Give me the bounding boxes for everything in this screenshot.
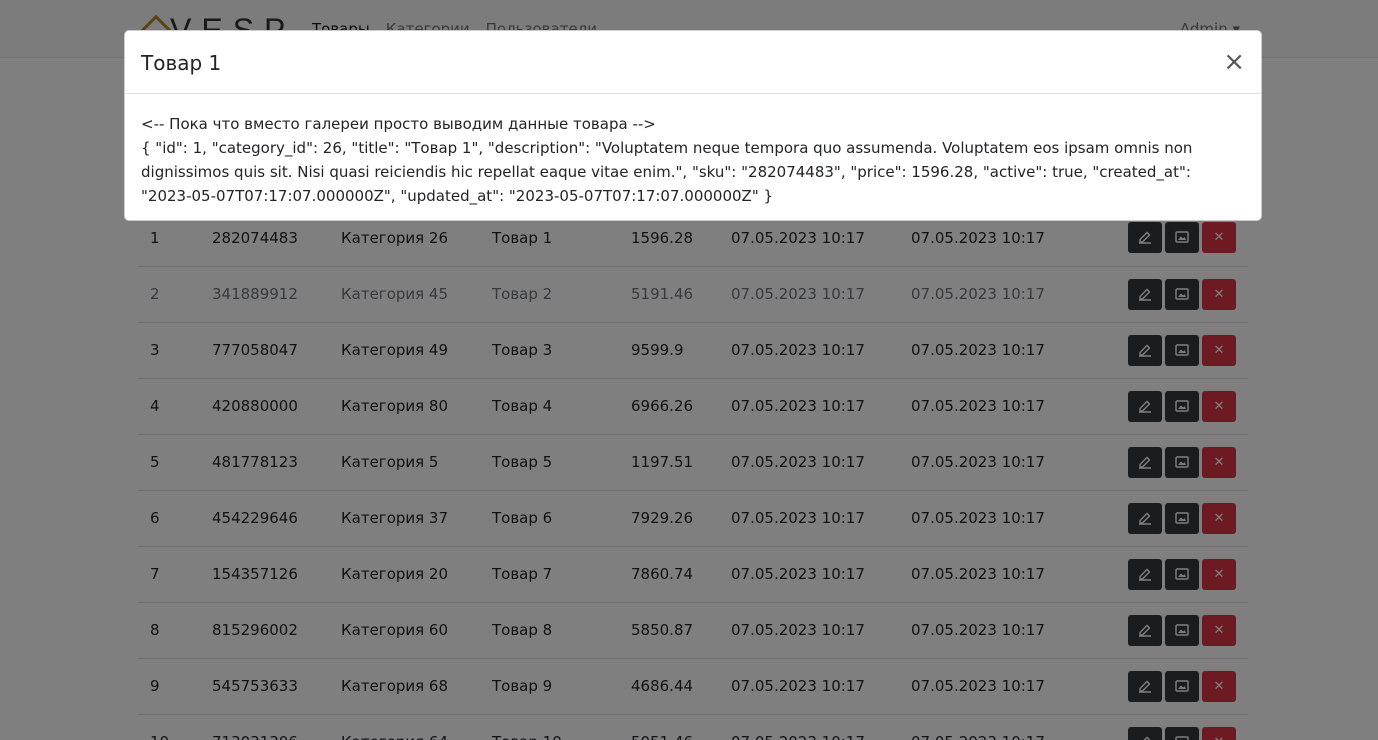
modal-body: <-- Пока что вместо галереи просто вывод… (125, 94, 1261, 208)
modal-comment: <-- Пока что вместо галереи просто вывод… (141, 115, 656, 133)
modal-close-button[interactable]: × (1223, 47, 1245, 77)
modal-header: Товар 1 × (125, 31, 1261, 94)
product-modal: Товар 1 × <-- Пока что вместо галереи пр… (124, 30, 1262, 221)
modal-product-json: { "id": 1, "category_id": 26, "title": "… (141, 139, 1193, 205)
modal-title: Товар 1 (141, 51, 222, 75)
